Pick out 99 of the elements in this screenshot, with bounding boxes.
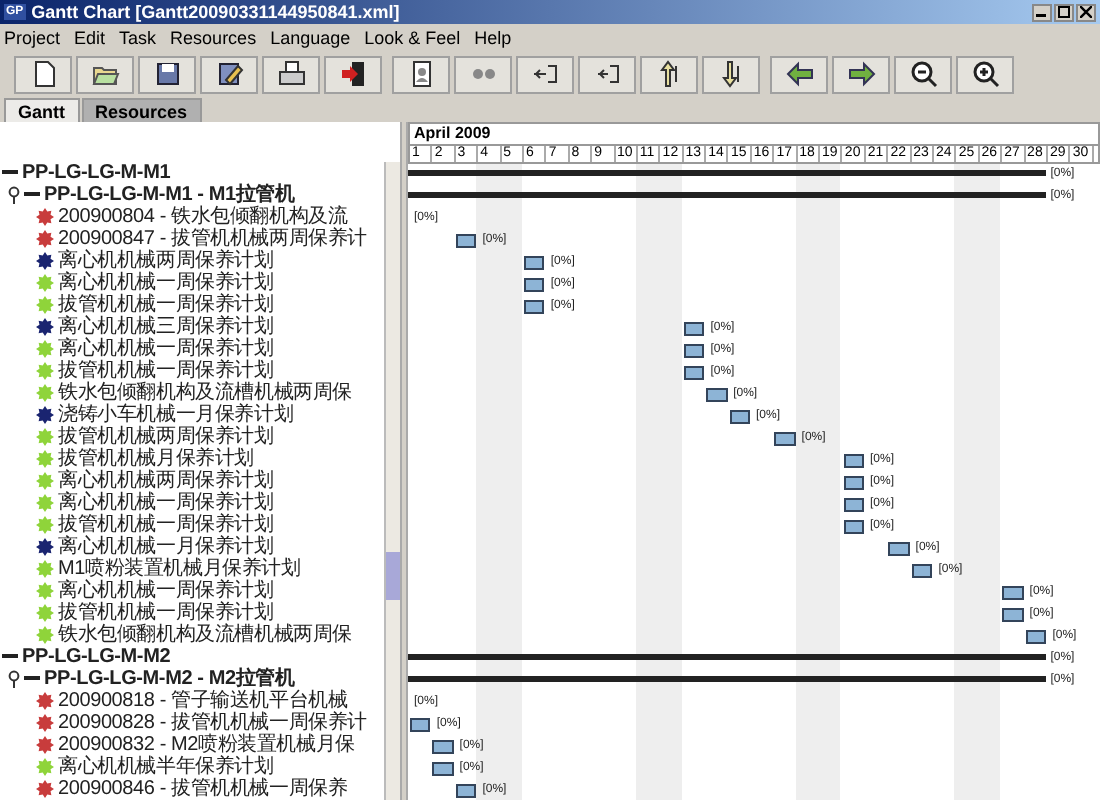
menu-item[interactable]: Task bbox=[119, 27, 157, 47]
toolbar-button[interactable] bbox=[578, 55, 636, 93]
task-bar[interactable] bbox=[888, 542, 910, 556]
tree-item[interactable]: 拔管机机械两周保养计划 bbox=[0, 426, 384, 448]
task-bar[interactable] bbox=[524, 300, 545, 314]
zoom-out-icon bbox=[909, 60, 937, 88]
toolbar-button[interactable] bbox=[516, 55, 574, 93]
tree-item[interactable]: 离心机机械两周保养计划 bbox=[0, 470, 384, 492]
toolbar-button[interactable] bbox=[262, 55, 320, 93]
tree-item[interactable]: M1喷粉装置机械月保养计划 bbox=[0, 558, 384, 580]
toolbar-button[interactable] bbox=[770, 55, 828, 93]
tree-item[interactable]: 离心机机械一周保养计划 bbox=[0, 492, 384, 514]
down-arrow-icon bbox=[717, 60, 745, 88]
tree-item[interactable]: 200900804 - 铁水包倾翻机构及流 bbox=[0, 206, 384, 228]
zoom-in-icon bbox=[971, 60, 999, 88]
menu-item[interactable]: Project bbox=[4, 27, 61, 47]
maximize-button[interactable] bbox=[1054, 3, 1074, 21]
task-bar[interactable] bbox=[1025, 630, 1047, 644]
task-bar[interactable] bbox=[1002, 608, 1024, 622]
tree-item[interactable]: 200900846 - 拔管机机械一周保养 bbox=[0, 778, 384, 800]
tree-item[interactable]: 离心机机械三周保养计划 bbox=[0, 316, 384, 338]
document-person-icon bbox=[407, 60, 435, 88]
new-document-icon bbox=[29, 60, 57, 88]
toolbar-button[interactable] bbox=[200, 55, 258, 93]
task-bar[interactable] bbox=[432, 762, 454, 776]
tree-item[interactable]: 拔管机机械一周保养计划 bbox=[0, 294, 384, 316]
tab[interactable]: Gantt bbox=[4, 98, 79, 122]
vertical-scrollbar[interactable] bbox=[384, 162, 400, 800]
tree-item[interactable]: 离心机机械一周保养计划 bbox=[0, 338, 384, 360]
window-title: Gantt Chart [Gantt20090331144950841.xml] bbox=[31, 2, 400, 22]
task-bar[interactable] bbox=[774, 432, 796, 446]
up-arrow-icon bbox=[655, 60, 683, 88]
toolbar-button[interactable] bbox=[138, 55, 196, 93]
task-bar[interactable] bbox=[729, 410, 750, 424]
left-arrow-bracket-icon bbox=[531, 60, 559, 88]
task-bar[interactable] bbox=[524, 278, 545, 292]
task-bar[interactable] bbox=[683, 322, 705, 336]
task-bar[interactable] bbox=[683, 344, 705, 358]
task-bar[interactable] bbox=[524, 256, 545, 270]
toolbar-button[interactable] bbox=[832, 55, 890, 93]
tree-item[interactable]: 200900832 - M2喷粉装置机械月保 bbox=[0, 734, 384, 756]
toolbar-button[interactable] bbox=[640, 55, 698, 93]
task-bar[interactable] bbox=[843, 520, 864, 534]
tree-item[interactable]: 200900818 - 管子输送机平台机械 bbox=[0, 690, 384, 712]
tree-item[interactable]: 拔管机机械月保养计划 bbox=[0, 448, 384, 470]
tree-item[interactable]: 铁水包倾翻机构及流槽机械两周保 bbox=[0, 624, 384, 646]
back-arrow-icon bbox=[785, 60, 813, 88]
maximize-icon bbox=[1058, 6, 1070, 18]
save-icon bbox=[153, 60, 181, 88]
left-arrow-bracket-icon bbox=[593, 60, 621, 88]
toolbar-button[interactable] bbox=[894, 55, 952, 93]
tree-item[interactable]: 离心机机械一周保养计划 bbox=[0, 272, 384, 294]
tree-item[interactable]: 拔管机机械一周保养计划 bbox=[0, 360, 384, 382]
tree-item[interactable]: 离心机机械一周保养计划 bbox=[0, 580, 384, 602]
tree-item[interactable]: PP-LG-LG-M-M2 bbox=[0, 646, 384, 668]
menu-item[interactable]: Resources bbox=[170, 27, 257, 47]
toolbar-button[interactable] bbox=[702, 55, 760, 93]
tree-item[interactable]: 离心机机械半年保养计划 bbox=[0, 756, 384, 778]
task-bar[interactable] bbox=[843, 454, 864, 468]
expand-handle-icon[interactable] bbox=[8, 186, 20, 204]
menu-item[interactable]: Language bbox=[270, 27, 351, 47]
task-bar[interactable] bbox=[683, 366, 705, 380]
tree-item[interactable]: 离心机机械两周保养计划 bbox=[0, 250, 384, 272]
task-bar[interactable] bbox=[911, 564, 933, 578]
minimize-button[interactable] bbox=[1032, 3, 1052, 21]
tree-item[interactable]: 铁水包倾翻机构及流槽机械两周保 bbox=[0, 382, 384, 404]
task-bar[interactable] bbox=[455, 784, 477, 798]
toolbar-button[interactable] bbox=[324, 55, 382, 93]
task-bar[interactable] bbox=[706, 388, 728, 402]
exit-icon bbox=[339, 60, 367, 88]
menu-item[interactable]: Edit bbox=[74, 27, 106, 47]
tab[interactable]: Resources bbox=[81, 98, 202, 122]
tree-item[interactable]: PP-LG-LG-M-M1 - M1拉管机 bbox=[0, 184, 384, 206]
tree-item[interactable]: 离心机机械一月保养计划 bbox=[0, 536, 384, 558]
task-bar[interactable] bbox=[455, 234, 477, 248]
task-bar[interactable] bbox=[410, 718, 431, 732]
toolbar-button[interactable] bbox=[14, 55, 72, 93]
tree-item[interactable]: 200900847 - 拔管机机械两周保养计 bbox=[0, 228, 384, 250]
tree-item[interactable]: PP-LG-LG-M-M2 - M2拉管机 bbox=[0, 668, 384, 690]
toolbar-button[interactable] bbox=[392, 55, 450, 93]
tree-item[interactable]: 拔管机机械一周保养计划 bbox=[0, 514, 384, 536]
edit-icon bbox=[215, 60, 243, 88]
tree-item[interactable]: 浇铸小车机械一月保养计划 bbox=[0, 404, 384, 426]
toolbar-button[interactable] bbox=[956, 55, 1014, 93]
task-bar[interactable] bbox=[432, 740, 454, 754]
menu-item[interactable]: Help bbox=[474, 27, 512, 47]
task-bar[interactable] bbox=[843, 498, 864, 512]
print-icon bbox=[277, 60, 305, 88]
task-bar[interactable] bbox=[1002, 586, 1024, 600]
close-icon bbox=[1080, 6, 1092, 18]
close-button[interactable] bbox=[1076, 3, 1096, 21]
month-header: April 2009 bbox=[408, 122, 1100, 144]
expand-handle-icon[interactable] bbox=[8, 670, 20, 688]
tree-item[interactable]: 200900828 - 拔管机机械一周保养计 bbox=[0, 712, 384, 734]
task-bar[interactable] bbox=[843, 476, 864, 490]
menu-item[interactable]: Look & Feel bbox=[364, 27, 461, 47]
tree-item[interactable]: PP-LG-LG-M-M1 bbox=[0, 162, 384, 184]
tree-item[interactable]: 拔管机机械一周保养计划 bbox=[0, 602, 384, 624]
forward-arrow-icon bbox=[847, 60, 875, 88]
